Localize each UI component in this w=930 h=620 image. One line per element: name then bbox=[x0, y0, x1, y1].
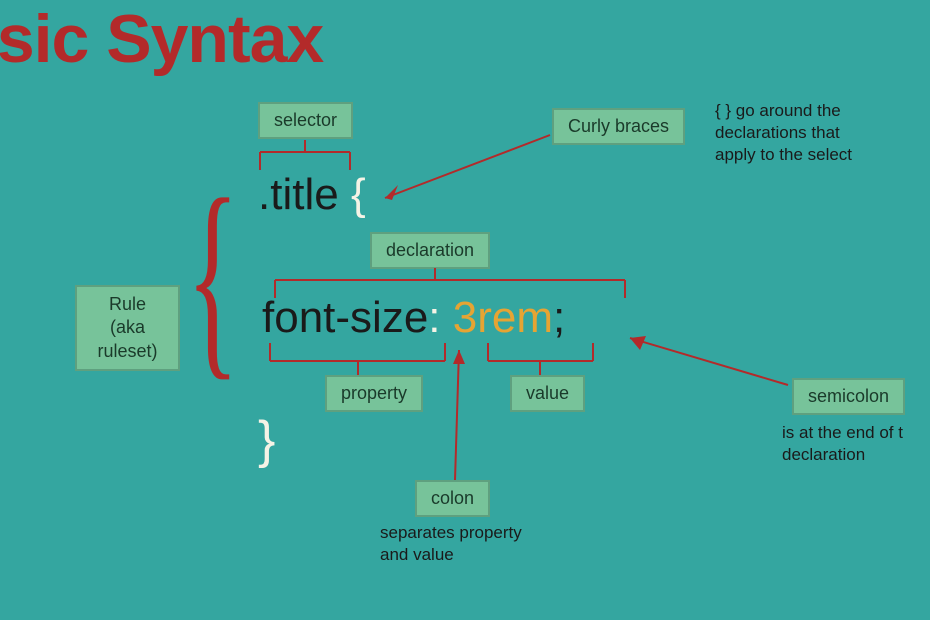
code-property: font-size bbox=[262, 293, 428, 342]
declaration-label: declaration bbox=[370, 232, 490, 269]
rule-label: Rule (aka ruleset) bbox=[75, 285, 180, 371]
semicolon-arrow-icon bbox=[618, 330, 793, 395]
code-value: 3rem bbox=[453, 293, 553, 342]
page-title: asic Syntax bbox=[0, 0, 323, 78]
curly-braces-note: { } go around the declarations that appl… bbox=[715, 100, 852, 166]
code-declaration-line: font-size: 3rem; bbox=[262, 293, 565, 343]
colon-arrow-icon bbox=[445, 340, 485, 485]
code-selector-line: .title { bbox=[258, 170, 366, 220]
curly-braces-label: Curly braces bbox=[552, 108, 685, 145]
code-open-brace: { bbox=[351, 170, 366, 219]
semicolon-label: semicolon bbox=[792, 378, 905, 415]
colon-note: separates property and value bbox=[380, 522, 522, 566]
selector-label: selector bbox=[258, 102, 353, 139]
value-label: value bbox=[510, 375, 585, 412]
semicolon-note: is at the end of t declaration bbox=[782, 422, 903, 466]
code-semicolon: ; bbox=[553, 293, 565, 342]
curly-braces-arrow-icon bbox=[370, 130, 560, 210]
property-label: property bbox=[325, 375, 423, 412]
value-bracket-icon bbox=[478, 343, 618, 378]
code-colon: : bbox=[428, 293, 440, 342]
code-close-brace: } bbox=[258, 410, 275, 470]
rule-brace-icon: { bbox=[186, 150, 239, 403]
code-selector: .title bbox=[258, 170, 339, 219]
colon-label: colon bbox=[415, 480, 490, 517]
property-bracket-icon bbox=[260, 343, 460, 378]
